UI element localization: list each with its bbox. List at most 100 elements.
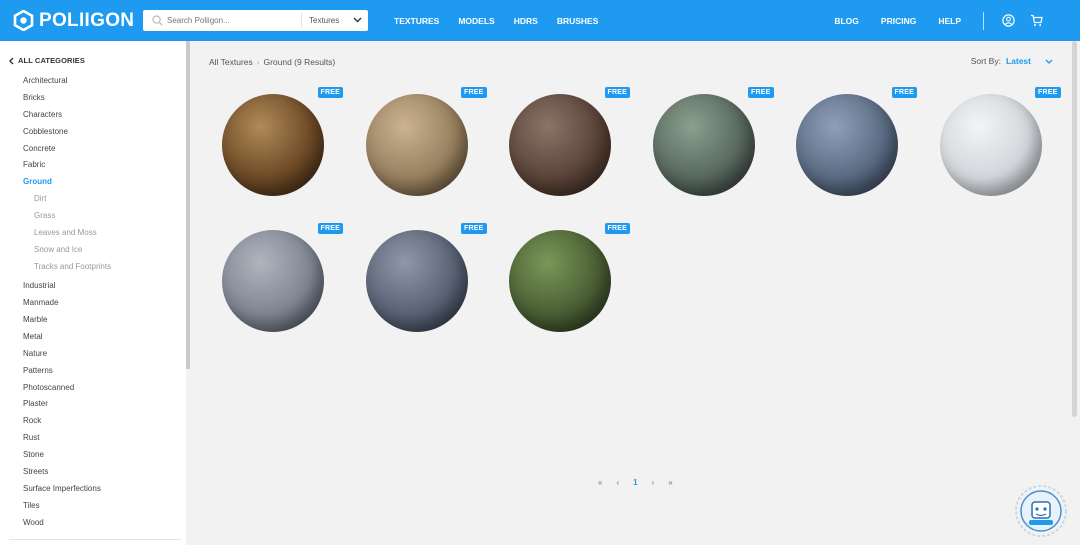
sort-label: Sort By:: [970, 56, 1001, 66]
texture-card[interactable]: FREE: [209, 82, 343, 212]
texture-sphere-thumbnail[interactable]: [365, 94, 468, 196]
category-stone[interactable]: Stone: [23, 447, 111, 464]
all-categories-label: ALL CATEGORIES: [18, 56, 85, 65]
logo[interactable]: POLIIGON: [13, 9, 134, 32]
breadcrumb-current: Ground (9 Results): [263, 57, 336, 67]
pagination-prev[interactable]: ‹: [616, 478, 619, 487]
texture-sphere-thumbnail[interactable]: [509, 230, 611, 332]
free-badge: FREE: [748, 87, 774, 98]
category-marble[interactable]: Marble: [23, 312, 111, 329]
category-concrete[interactable]: Concrete: [23, 141, 111, 158]
category-cobblestone[interactable]: Cobblestone: [23, 124, 111, 141]
category-photoscanned[interactable]: Photoscanned: [23, 380, 111, 397]
pagination-first[interactable]: «: [598, 478, 602, 487]
user-icon[interactable]: [1000, 13, 1016, 29]
free-badge: FREE: [604, 87, 630, 98]
top-header: POLIIGON Textures TEXTURES MODELS HDRS B…: [0, 0, 1080, 41]
texture-card[interactable]: FREE: [209, 218, 343, 348]
sidebar-divider: [9, 539, 181, 540]
secondary-nav: BLOG PRICING HELP: [812, 11, 1080, 30]
chevron-down-icon: [1045, 59, 1053, 64]
free-badge: FREE: [317, 87, 343, 98]
nav-help[interactable]: HELP: [938, 16, 961, 26]
sort-control[interactable]: Sort By: Latest: [971, 56, 1053, 66]
texture-card[interactable]: FREE: [353, 82, 487, 212]
texture-card[interactable]: FREE: [496, 218, 630, 348]
category-bricks[interactable]: Bricks: [23, 90, 111, 107]
texture-sphere-thumbnail[interactable]: [222, 94, 324, 196]
category-rock[interactable]: Rock: [23, 413, 111, 430]
category-nature[interactable]: Nature: [23, 346, 111, 363]
sidebar-scrollbar-thumb[interactable]: [186, 41, 190, 369]
main-nav: TEXTURES MODELS HDRS BRUSHES: [394, 16, 617, 26]
category-list: Architectural Bricks Characters Cobblestone…: [23, 73, 111, 532]
pagination: « ‹ 1 › »: [591, 478, 680, 487]
search-icon: [149, 13, 165, 29]
texture-card[interactable]: FREE: [927, 82, 1061, 212]
texture-sphere-thumbnail[interactable]: [939, 94, 1042, 196]
cart-icon[interactable]: [1028, 13, 1044, 29]
mascot-badge-icon: [1014, 484, 1068, 538]
subcategory-tracks-and-footprints[interactable]: Tracks and Footprints: [23, 259, 111, 276]
category-sidebar: ALL CATEGORIES Architectural Bricks Charac…: [0, 41, 190, 545]
page-scrollbar-thumb[interactable]: [1072, 41, 1077, 417]
breadcrumb-all-textures[interactable]: All Textures: [209, 57, 253, 67]
free-badge: FREE: [891, 87, 917, 98]
category-surface-imperfections[interactable]: Surface Imperfections: [23, 481, 111, 498]
breadcrumb-separator: ›: [256, 57, 260, 67]
texture-card[interactable]: FREE: [783, 82, 917, 212]
pagination-next[interactable]: ›: [652, 478, 655, 487]
search-type-select[interactable]: Textures: [302, 16, 368, 25]
pagination-last[interactable]: »: [668, 478, 672, 487]
main-content: All Textures › Ground (9 Results) Sort B…: [195, 41, 1069, 545]
all-categories-link[interactable]: ALL CATEGORIES: [9, 56, 85, 65]
category-wood[interactable]: Wood: [23, 515, 111, 532]
category-manmade[interactable]: Manmade: [23, 295, 111, 312]
chevron-left-icon: [9, 57, 14, 65]
subcategory-dirt[interactable]: Dirt: [23, 191, 111, 208]
page-scrollbar[interactable]: [1069, 41, 1080, 545]
category-plaster[interactable]: Plaster: [23, 396, 111, 413]
free-badge: FREE: [604, 223, 630, 234]
category-rust[interactable]: Rust: [23, 430, 111, 447]
free-badge: FREE: [317, 223, 343, 234]
free-badge: FREE: [461, 223, 487, 234]
breadcrumb: All Textures › Ground (9 Results): [209, 57, 335, 67]
subcategory-grass[interactable]: Grass: [23, 208, 111, 225]
texture-card[interactable]: FREE: [640, 82, 774, 212]
texture-sphere-thumbnail[interactable]: [222, 230, 324, 332]
texture-card[interactable]: FREE: [496, 82, 630, 212]
category-streets[interactable]: Streets: [23, 464, 111, 481]
nav-blog[interactable]: BLOG: [834, 16, 859, 26]
texture-sphere-thumbnail[interactable]: [796, 94, 898, 196]
nav-hdrs[interactable]: HDRS: [514, 16, 538, 26]
texture-sphere-thumbnail[interactable]: [652, 94, 755, 196]
chevron-down-icon: [353, 16, 362, 25]
search-bar: Textures: [143, 10, 368, 31]
category-industrial[interactable]: Industrial: [23, 278, 111, 295]
nav-models[interactable]: MODELS: [458, 16, 494, 26]
header-divider: [983, 11, 984, 30]
texture-sphere-thumbnail[interactable]: [509, 94, 611, 196]
texture-card[interactable]: FREE: [353, 218, 487, 348]
search-type-label: Textures: [309, 16, 340, 25]
category-fabric[interactable]: Fabric: [23, 157, 111, 174]
sort-value: Latest: [1005, 56, 1031, 66]
sidebar-scrollbar[interactable]: [186, 41, 190, 545]
category-tiles[interactable]: Tiles: [23, 498, 111, 515]
subcategory-leaves-and-moss[interactable]: Leaves and Moss: [23, 225, 111, 242]
nav-textures[interactable]: TEXTURES: [394, 16, 439, 26]
texture-sphere-thumbnail[interactable]: [365, 230, 468, 332]
nav-brushes[interactable]: BRUSHES: [557, 16, 599, 26]
pagination-current[interactable]: 1: [633, 478, 637, 487]
category-architectural[interactable]: Architectural: [23, 73, 111, 90]
nav-pricing[interactable]: PRICING: [881, 16, 916, 26]
category-characters[interactable]: Characters: [23, 107, 111, 124]
search-input[interactable]: [165, 11, 300, 30]
poliigon-logo-icon: [13, 9, 34, 32]
category-patterns[interactable]: Patterns: [23, 363, 111, 380]
free-badge: FREE: [1035, 87, 1061, 98]
category-metal[interactable]: Metal: [23, 329, 111, 346]
subcategory-snow-and-ice[interactable]: Snow and Ice: [23, 242, 111, 259]
category-ground[interactable]: Ground: [23, 174, 111, 191]
